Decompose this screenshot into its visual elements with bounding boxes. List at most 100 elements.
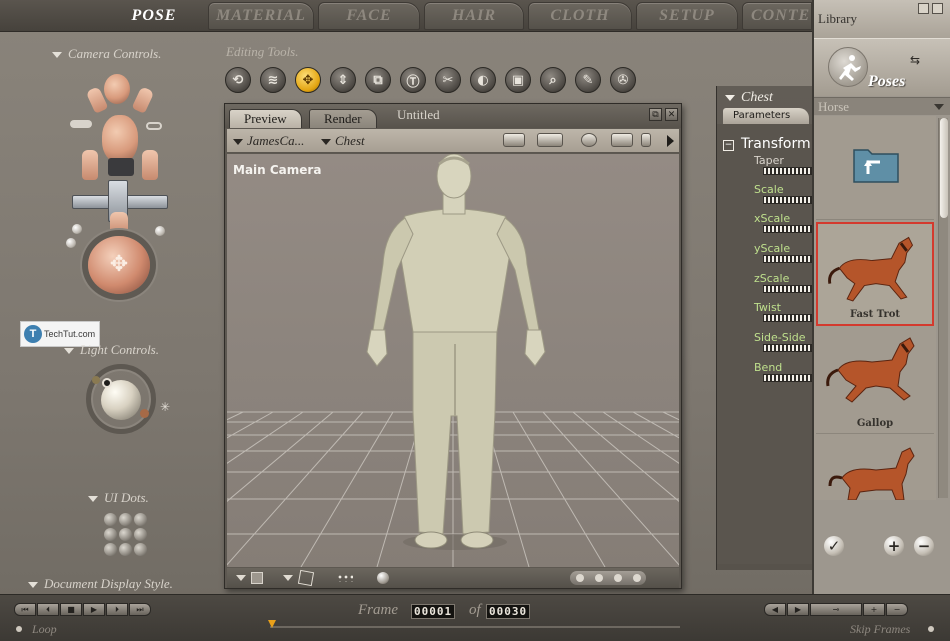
library-collapse-icon[interactable] [918, 3, 929, 14]
ui-dot[interactable] [134, 543, 147, 556]
timeline-scrubber[interactable] [268, 620, 276, 628]
rotate-icon[interactable]: ⟲ [225, 67, 251, 93]
ui-dot[interactable] [119, 513, 132, 526]
ui-dot[interactable] [119, 528, 132, 541]
dial-side-side[interactable] [763, 344, 815, 352]
tab-pose[interactable]: POSE [118, 2, 190, 30]
collapse-box-icon[interactable]: − [723, 140, 734, 151]
tab-content[interactable]: CONTE [742, 2, 812, 30]
dial-zscale[interactable] [763, 285, 815, 293]
dial-taper[interactable] [763, 167, 815, 175]
dial-xscale[interactable] [763, 225, 815, 233]
camera-select-icon[interactable] [503, 133, 525, 147]
delete-keyframe-icon[interactable]: − [886, 603, 908, 616]
dots-icon[interactable] [337, 574, 353, 582]
light-handle-icon[interactable] [140, 409, 149, 418]
light-handle-icon[interactable] [92, 376, 100, 384]
hand-icon[interactable] [641, 133, 651, 147]
tab-face[interactable]: FACE [318, 2, 420, 30]
transform-group[interactable]: − Transform [723, 136, 811, 152]
dial-bend[interactable] [763, 374, 815, 382]
library-category[interactable]: ⇆ Poses [814, 38, 950, 96]
current-frame-field[interactable]: 00001 [411, 604, 456, 619]
swap-arrows-icon[interactable]: ⇆ [910, 53, 920, 67]
mode-dot[interactable] [613, 574, 622, 582]
loop-led-icon[interactable] [16, 626, 22, 632]
scale-icon[interactable]: ⧉ [365, 67, 391, 93]
library-subcategory[interactable]: Horse [814, 97, 950, 115]
rotate-right-arrow-icon[interactable] [146, 122, 162, 130]
tab-setup[interactable]: SETUP [636, 2, 738, 30]
library-close-icon[interactable] [932, 3, 943, 14]
morph-brush-icon[interactable]: ✎ [575, 67, 601, 93]
tab-preview[interactable]: Preview [229, 109, 302, 128]
color-icon[interactable]: ◐ [470, 67, 496, 93]
direct-manipulation-icon[interactable]: ✇ [610, 67, 636, 93]
parameters-title[interactable]: Chest [725, 90, 773, 106]
dial-yscale[interactable] [763, 255, 815, 263]
twist-icon[interactable]: ≋ [260, 67, 286, 93]
camera-lens-ball-icon[interactable] [66, 238, 76, 248]
go-to-start-icon[interactable]: ⏮ [14, 603, 36, 616]
library-scrollbar[interactable] [938, 118, 948, 498]
grouping-icon[interactable]: ▣ [505, 67, 531, 93]
mode-dot[interactable] [594, 574, 603, 582]
add-keyframe-icon[interactable]: + [863, 603, 885, 616]
step-forward-icon[interactable]: ⏵ [106, 603, 128, 616]
cube-icon[interactable] [297, 569, 315, 587]
dial-twist[interactable] [763, 314, 815, 322]
ui-dot[interactable] [104, 528, 117, 541]
ui-dot[interactable] [134, 513, 147, 526]
move-camera-icon[interactable] [611, 133, 633, 147]
add-to-library-icon[interactable]: + [884, 536, 904, 556]
ui-dots-title[interactable]: UI Dots. [88, 490, 149, 506]
close-icon[interactable]: ✕ [665, 108, 678, 121]
stop-icon[interactable]: ■ [60, 603, 82, 616]
library-scroll-thumb[interactable] [940, 118, 948, 218]
tab-hair[interactable]: HAIR [424, 2, 524, 30]
remove-from-library-icon[interactable]: − [914, 536, 934, 556]
tab-parameters[interactable]: Parameters [723, 108, 809, 124]
ui-dot[interactable] [104, 543, 117, 556]
prev-keyframe-icon[interactable]: ◀ [764, 603, 786, 616]
camera-scale-hand-icon[interactable] [110, 212, 128, 234]
maximize-icon[interactable]: ⧉ [649, 108, 662, 121]
camera-hand-right-icon[interactable] [131, 86, 155, 114]
3d-viewport[interactable]: Main Camera [227, 154, 679, 567]
total-frames-field[interactable]: 00030 [486, 604, 531, 619]
camera-controls-title[interactable]: Camera Controls. [52, 46, 161, 62]
library-item[interactable] [816, 438, 934, 500]
body-part-select[interactable]: Chest [321, 133, 365, 149]
tab-render[interactable]: Render [309, 109, 377, 128]
background-color-icon[interactable] [251, 572, 263, 584]
chain-break-icon[interactable]: ✂ [435, 67, 461, 93]
camera-face-icon[interactable] [104, 74, 130, 104]
ui-dot[interactable] [119, 543, 132, 556]
ui-dot[interactable] [134, 528, 147, 541]
camera-move-yz-hand-icon[interactable] [142, 150, 158, 180]
library-folder-up[interactable] [816, 116, 934, 220]
ui-dot[interactable] [104, 513, 117, 526]
translate-icon[interactable]: ✥ [295, 67, 321, 93]
library-item-gallop[interactable]: Gallop [816, 330, 934, 434]
play-icon[interactable]: ▶ [83, 603, 105, 616]
key-icon[interactable]: ⊸ [810, 603, 862, 616]
go-to-end-icon[interactable]: ⏭ [129, 603, 151, 616]
step-back-icon[interactable]: ⏴ [37, 603, 59, 616]
taper-icon[interactable]: Ⓣ [400, 67, 426, 93]
figure-style-triangle-icon[interactable] [283, 575, 293, 581]
tab-cloth[interactable]: CLOTH [528, 2, 632, 30]
display-style-triangle-icon[interactable] [236, 575, 246, 581]
document-display-style-title[interactable]: Document Display Style. [28, 576, 173, 592]
light-properties-icon[interactable]: ✳ [160, 400, 170, 414]
figure-select[interactable]: JamesCa... [233, 133, 304, 149]
timeline-track[interactable] [270, 626, 680, 628]
apply-checkmark-icon[interactable]: ✓ [824, 536, 844, 556]
camera-head-icon[interactable] [102, 115, 138, 163]
camera-lens-ball-icon[interactable] [155, 226, 165, 236]
translate-in-out-icon[interactable]: ⇕ [330, 67, 356, 93]
render-target-icon[interactable] [581, 133, 597, 147]
library-item-fast-trot[interactable]: Fast Trot [816, 222, 934, 326]
dial-scale[interactable] [763, 196, 815, 204]
next-keyframe-icon[interactable]: ▶ [787, 603, 809, 616]
